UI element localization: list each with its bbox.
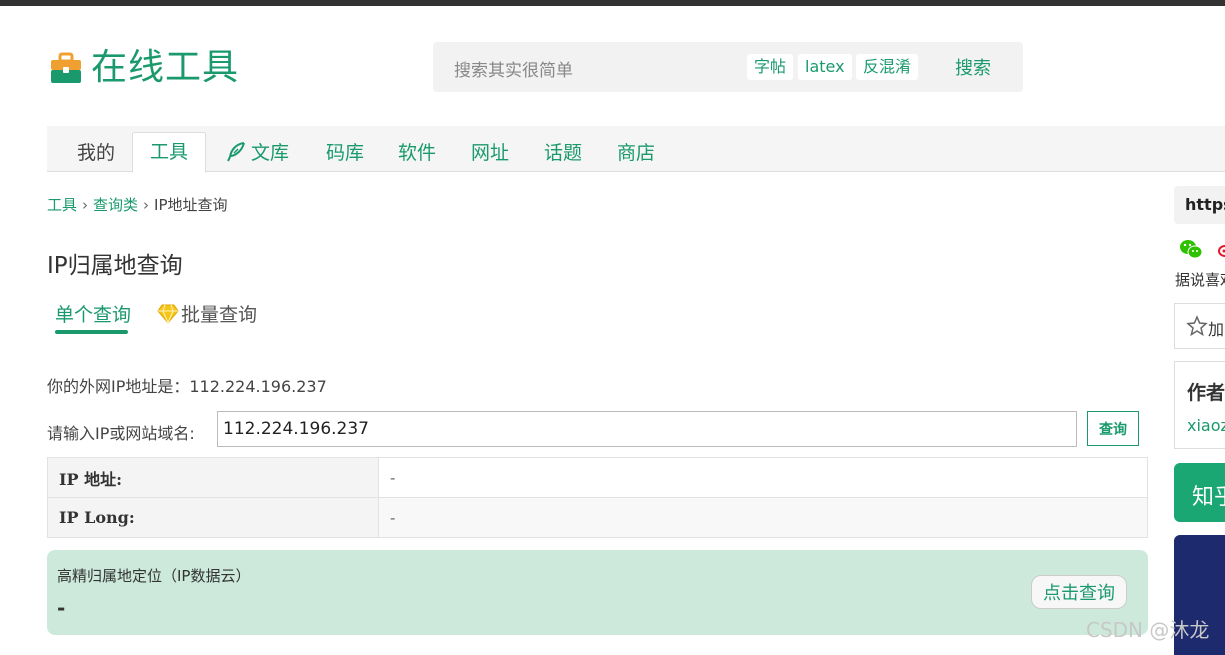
breadcrumb-tools[interactable]: 工具 [47, 196, 77, 214]
search-button[interactable]: 搜索 [955, 54, 991, 80]
nav-item-tools[interactable]: 工具 [132, 132, 206, 173]
page-url-box[interactable]: https [1174, 186, 1225, 224]
site-logo[interactable]: 在线工具 [49, 48, 239, 88]
zhihu-banner-text: 知乎 [1192, 479, 1225, 511]
author-card: 作者 xiaoz [1174, 361, 1225, 449]
watermark: CSDN @沐龙 [1086, 614, 1209, 643]
main-nav: 我的 工具 文库 码库 软件 网址 话题 商店 [47, 126, 1225, 172]
search-chip-zitie[interactable]: 字帖 [747, 54, 793, 80]
favorite-label: 加 [1208, 316, 1224, 340]
briefcase-icon [49, 51, 83, 85]
breadcrumb-query[interactable]: 查询类 [93, 196, 138, 214]
page-title: IP归属地查询 [47, 246, 183, 280]
search-chip-deobfuscate[interactable]: 反混淆 [856, 54, 918, 80]
site-title: 在线工具 [91, 48, 239, 88]
tab-batch-query[interactable]: 批量查询 [157, 300, 257, 327]
feather-icon [225, 141, 247, 163]
nav-item-topics[interactable]: 话题 [544, 138, 582, 165]
click-query-button[interactable]: 点击查询 [1031, 575, 1127, 609]
result-value: - [379, 458, 1148, 498]
search-box[interactable]: 搜索其实很简单 字帖 latex 反混淆 搜索 [433, 42, 1023, 92]
nav-item-mine[interactable]: 我的 [77, 138, 115, 165]
query-label: 请输入IP或网站域名: [47, 420, 195, 444]
author-title: 作者 [1187, 378, 1225, 405]
zhihu-banner[interactable]: 知乎 [1174, 463, 1225, 522]
result-key: IP 地址: [48, 458, 379, 498]
nav-item-software[interactable]: 软件 [398, 138, 436, 165]
top-border [0, 0, 1225, 6]
high-precision-title: 高精归属地定位（IP数据云） [57, 565, 250, 586]
nav-item-shop[interactable]: 商店 [617, 138, 655, 165]
query-button[interactable]: 查询 [1087, 411, 1139, 446]
tab-single-query[interactable]: 单个查询 [55, 300, 131, 327]
nav-item-library-label: 文库 [251, 138, 289, 165]
breadcrumb-separator: › [82, 196, 88, 214]
current-ip-value: 112.224.196.237 [189, 377, 326, 396]
breadcrumb: 工具 › 查询类 › IP地址查询 [47, 194, 228, 215]
page-url-text: https [1185, 195, 1225, 214]
author-name[interactable]: xiaoz [1187, 416, 1225, 435]
ip-query-input[interactable] [217, 411, 1077, 447]
table-row: IP Long: - [48, 498, 1148, 538]
star-icon [1186, 315, 1208, 337]
high-precision-value: - [57, 596, 65, 620]
result-table: IP 地址: - IP Long: - [47, 457, 1148, 538]
wechat-icon[interactable] [1179, 238, 1203, 260]
nav-item-code[interactable]: 码库 [326, 138, 364, 165]
share-hint-text: 据说喜欢 [1175, 269, 1225, 290]
nav-item-urls[interactable]: 网址 [471, 138, 509, 165]
breadcrumb-current: IP地址查询 [154, 196, 227, 214]
tab-batch-query-label: 批量查询 [181, 300, 257, 327]
tab-active-indicator [55, 330, 128, 334]
search-input[interactable]: 搜索其实很简单 [454, 56, 573, 81]
diamond-icon [157, 304, 179, 324]
high-precision-panel: 高精归属地定位（IP数据云） - 点击查询 [47, 550, 1148, 635]
table-row: IP 地址: - [48, 458, 1148, 498]
search-chip-latex[interactable]: latex [798, 54, 852, 80]
current-ip-line: 你的外网IP地址是：112.224.196.237 [47, 373, 327, 397]
breadcrumb-separator: › [143, 196, 149, 214]
result-key: IP Long: [48, 498, 379, 538]
current-ip-label: 你的外网IP地址是： [47, 377, 189, 396]
weibo-icon[interactable] [1217, 240, 1225, 258]
nav-item-library[interactable]: 文库 [225, 138, 289, 165]
result-value: - [379, 498, 1148, 538]
favorite-button[interactable]: 加 [1174, 303, 1225, 349]
